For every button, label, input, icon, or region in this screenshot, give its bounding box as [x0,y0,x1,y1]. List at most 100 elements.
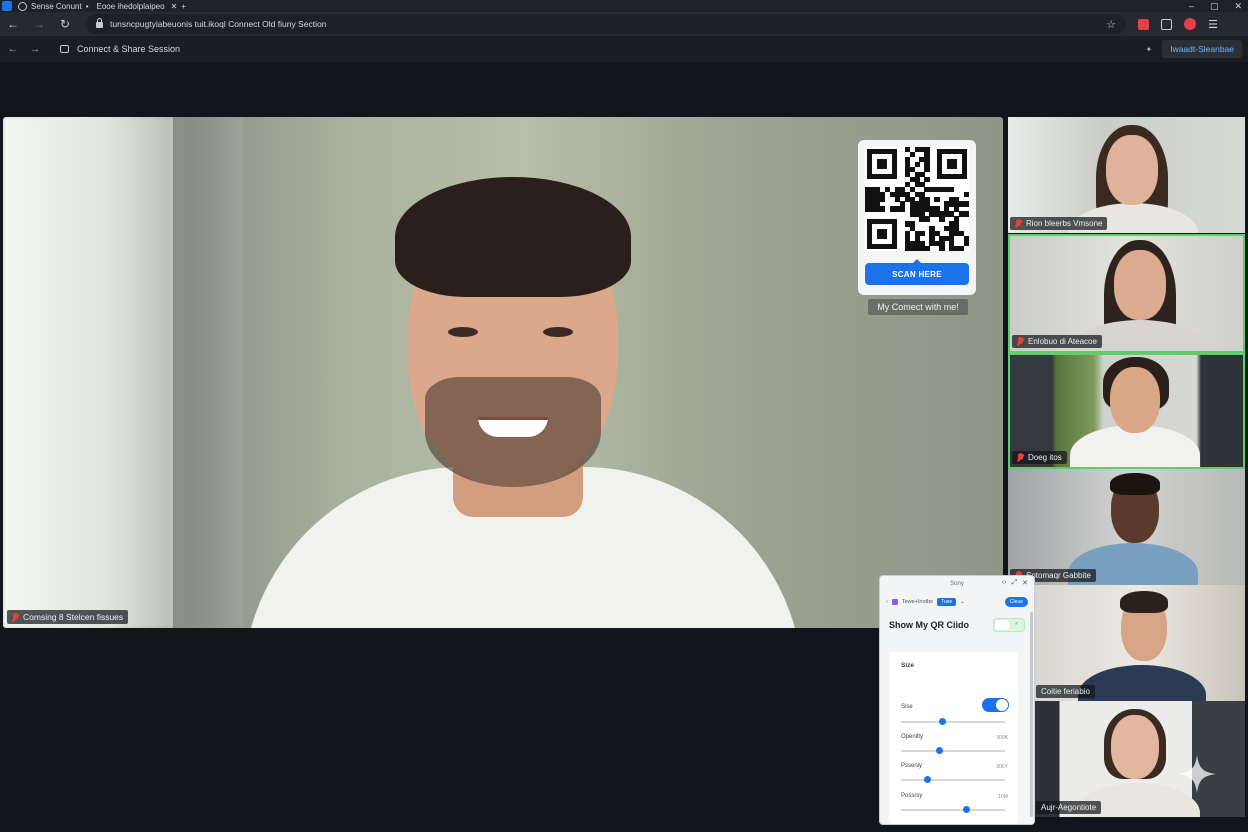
participant-name-tag: Coitie feriabio [1036,685,1095,698]
url-text[interactable]: tunsncpugtyiabeuonis tuit.ikoql Connect … [110,19,326,29]
url-bar[interactable]: tunsncpugtyiabeuonis tuit.ikoql Connect … [86,14,1126,34]
size-toggle[interactable] [982,698,1009,712]
qr-code-card[interactable]: SCAN HERE [858,140,976,295]
popup-nav: ‹ Tewe+Inotbe Tuse ⌄ Cleue [880,592,1034,612]
session-action-button[interactable]: Iwaadt-Sleanbae [1162,40,1242,58]
bookmark-star-icon[interactable]: ☆ [1106,18,1116,31]
slider-thumb[interactable] [963,806,971,813]
qr-module [964,191,970,197]
padding-slider[interactable] [901,806,1005,813]
tab-close-icon[interactable]: ✕ [171,2,178,11]
browser-tabbar: Sense Conunt • Eooe ihedolplaipeo ✕ + – … [0,0,1248,12]
qr-module [914,161,920,168]
qr-code-image[interactable] [865,147,970,252]
mic-off-icon [1015,219,1022,228]
size-slider[interactable] [901,718,1005,725]
extension-icon[interactable] [1138,18,1149,30]
popup-code-icon[interactable]: ‹› [1002,579,1007,587]
page-header: ← → Connect & Share Session ✦ Iwaadt-Sle… [0,36,1248,62]
mic-off-icon [1017,337,1024,346]
sparkle-icon [1178,755,1216,793]
participant-tile[interactable]: Coitie feriabio [1034,585,1245,701]
participant-name: Aujr-Aegontiote [1041,803,1097,812]
show-qr-toggle[interactable]: ✓ [993,618,1025,632]
qr-module [959,246,965,252]
browser-menu-icon[interactable]: ☰ [1208,18,1218,31]
slider-thumb[interactable] [939,718,947,725]
page-title: Connect & Share Session [77,44,181,54]
profile-icon[interactable] [1184,18,1196,30]
lock-icon[interactable] [96,18,103,28]
position-slider[interactable] [901,776,1005,783]
popup-expand-icon[interactable]: ⤢ [1012,579,1018,587]
opacity-slider[interactable] [901,747,1005,754]
setting-value: 300Y [996,764,1008,770]
qr-module [964,201,970,207]
maximize-icon[interactable]: ▢ [1210,1,1219,12]
pin-icon[interactable]: ✦ [1146,45,1153,54]
tab-separator: • [85,1,89,11]
popup-titlebar: Sony ‹› ⤢ ✕ [880,576,1034,592]
setting-label: Sise [901,704,913,710]
popup-nav-chip[interactable]: Tuse [937,598,957,606]
browser-toolbar: ← → ↻ tunsncpugtyiabeuonis tuit.ikoql Co… [0,12,1248,36]
popup-back-icon[interactable]: ‹ [886,599,888,605]
forward-icon[interactable]: → [26,12,52,36]
participant-name: Doeg itos [1028,453,1062,462]
qr-module [934,196,940,202]
main-speaker-figure [243,177,803,628]
qr-module [939,216,945,222]
slider-thumb[interactable] [935,747,943,754]
popup-window-title: Sony [950,581,964,587]
tab-subtitle[interactable]: Eooe ihedolplaipeo [97,2,165,11]
qr-module [909,151,915,158]
back-icon[interactable]: ← [0,12,26,36]
qr-module [924,166,930,173]
browser-app-icon[interactable] [2,1,12,11]
popup-extension-icon [891,599,898,605]
participant-name-tag: Doeg itos [1012,451,1067,464]
popup-title: Show My QR Ciido [889,620,969,630]
popup-scrollbar[interactable] [1030,612,1033,817]
reload-icon[interactable]: ↻ [52,12,78,36]
main-speaker-name-tag: Comsing 8 Stelcen fissues [7,610,129,624]
main-video-feed[interactable]: Comsing 8 Stelcen fissues SCAN HERE My C… [3,117,1003,628]
section-title: Size [901,662,915,669]
new-tab-icon[interactable]: + [181,2,186,11]
page-header-actions: ✦ Iwaadt-Sleanbae [1146,40,1242,58]
page-back-icon[interactable]: ← [2,43,24,55]
scan-here-button[interactable]: SCAN HERE [865,259,969,285]
popup-dropdown-icon[interactable]: ⌄ [960,599,965,605]
extensions-puzzle-icon[interactable] [1161,18,1172,30]
setting-value: 300K [996,735,1008,741]
qr-module [924,176,930,182]
participant-tile[interactable]: Enlobuo di Ateacoe [1008,234,1245,353]
session-lock-icon [60,45,69,53]
setting-label: Openilty [901,734,924,740]
popup-nav-button[interactable]: Cleue [1004,597,1028,607]
qr-module [879,206,886,212]
qr-caption: My Comect with me! [868,299,968,315]
participant-name: Coitie feriabio [1041,687,1090,696]
window-controls: – ▢ ✕ [1189,1,1242,12]
qr-module [964,211,970,217]
toggle-mark-icon: ✓ [1014,621,1019,627]
minimize-icon[interactable]: – [1189,1,1194,12]
participant-tile[interactable]: Doeg itos [1008,353,1245,469]
qr-module [924,246,930,252]
popup-close-icon[interactable]: ✕ [1022,579,1028,587]
participant-name: Sotomaqr Gabbite [1026,571,1091,580]
tab-title[interactable]: Sense Conunt [31,2,82,11]
qr-settings-popup[interactable]: Sony ‹› ⤢ ✕ ‹ Tewe+Inotbe Tuse ⌄ Cleue S… [880,576,1034,824]
extension-icons: ☰ [1138,18,1218,31]
main-speaker-name: Comsing 8 Stelcen fissues [23,612,124,622]
setting-label: Psseniy [901,763,923,769]
page-forward-icon[interactable]: → [24,43,46,55]
participant-tile[interactable]: Sotomaqr Gabbite [1008,469,1245,585]
setting-value: 10M [998,794,1008,800]
participant-name-tag: Rion bleerbs Vmsone [1010,217,1108,230]
close-window-icon[interactable]: ✕ [1234,1,1242,12]
qr-module [879,196,886,202]
participant-tile[interactable]: Rion bleerbs Vmsone [1008,117,1245,233]
slider-thumb[interactable] [923,776,931,783]
